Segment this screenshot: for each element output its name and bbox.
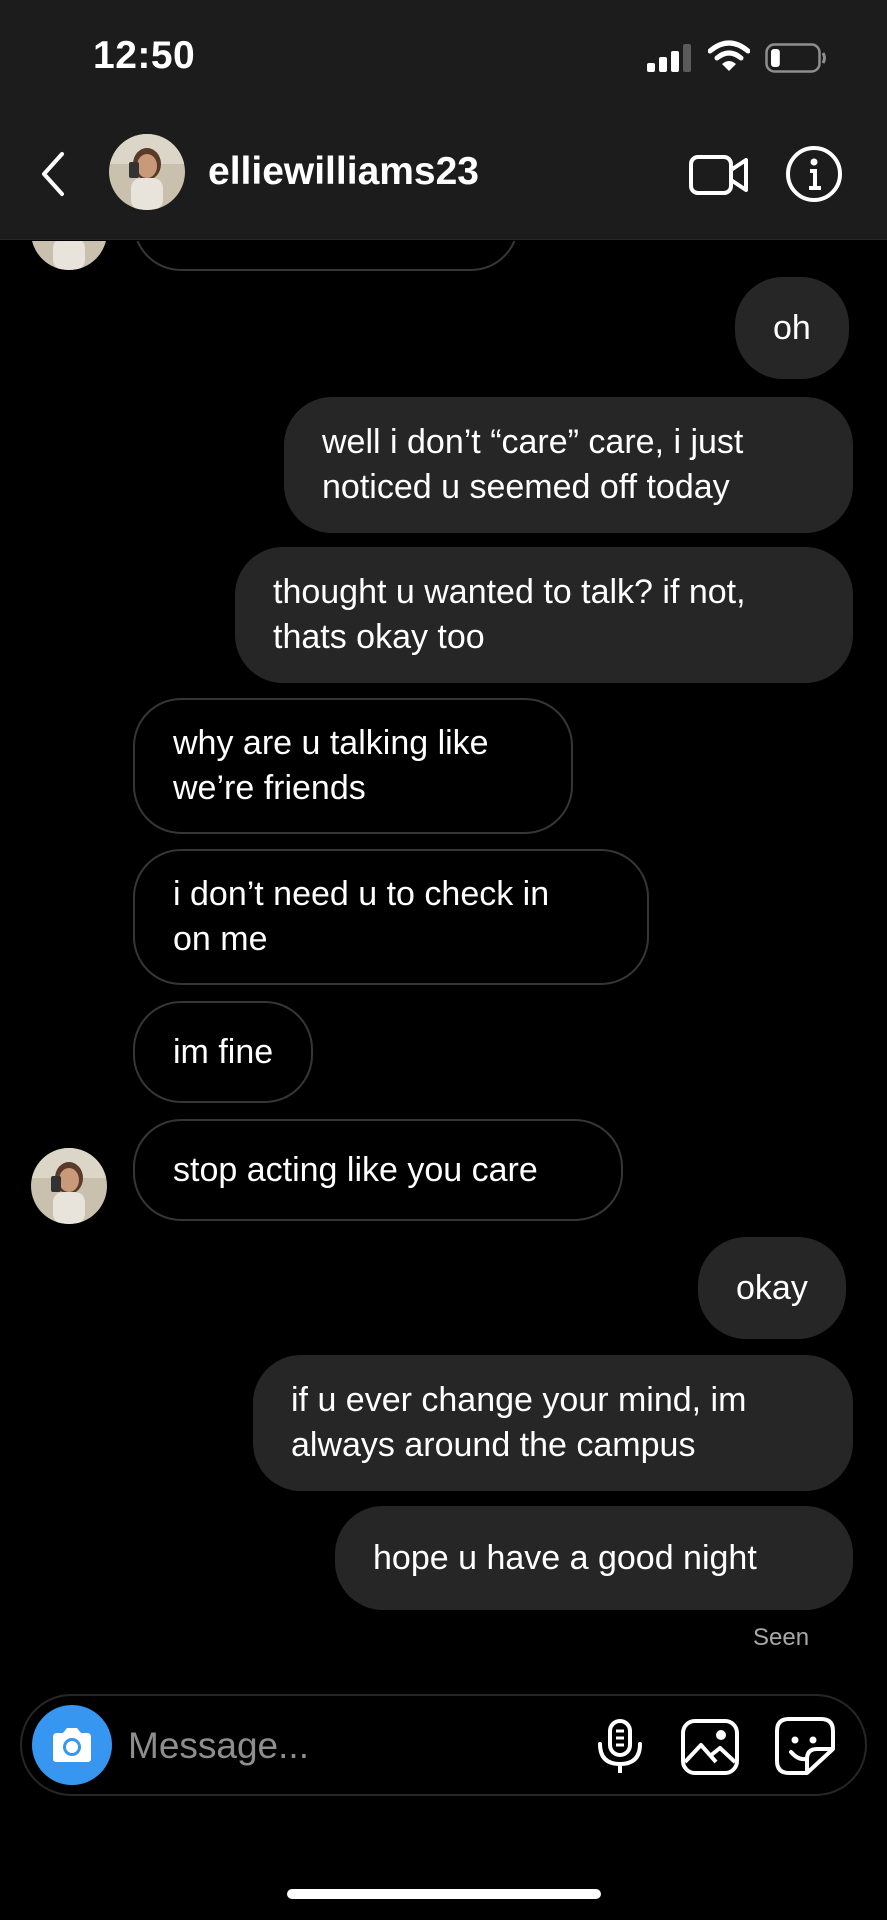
message-text: on me	[173, 920, 268, 958]
message-bubble-outgoing[interactable]: well i don’t “care” care, i just noticed…	[284, 397, 853, 533]
message-bubble-incoming[interactable]: i don’t need u to check in on me	[133, 849, 649, 985]
message-bubble-outgoing[interactable]: if u ever change your mind, im always ar…	[253, 1355, 853, 1491]
status-bar: 12:50	[0, 0, 887, 110]
message-text: i don’t need u to check in	[173, 875, 550, 913]
message-text: hope u have a good night	[373, 1538, 757, 1577]
gallery-icon[interactable]	[680, 1718, 740, 1776]
message-bubble-incoming[interactable]: stop acting like you care	[133, 1119, 623, 1221]
message-bubble-incoming[interactable]: why are u talking like we’re friends	[133, 698, 573, 834]
message-text: noticed u seemed off today	[322, 468, 730, 506]
message-text: okay	[736, 1268, 808, 1307]
info-icon[interactable]	[784, 144, 844, 204]
camera-icon	[53, 1728, 91, 1762]
avatar[interactable]	[31, 1148, 107, 1224]
message-text: im fine	[173, 1032, 274, 1071]
message-text: well i don’t “care” care, i just	[322, 423, 744, 461]
home-indicator[interactable]	[287, 1889, 601, 1899]
chat-username[interactable]: elliewilliams23	[208, 150, 479, 194]
camera-button[interactable]	[32, 1705, 112, 1785]
message-bubble-outgoing[interactable]: okay	[698, 1237, 846, 1339]
cellular-signal-icon	[647, 44, 691, 72]
status-time: 12:50	[93, 34, 196, 77]
message-input[interactable]	[128, 1718, 568, 1774]
avatar	[31, 241, 107, 270]
back-chevron-icon[interactable]	[36, 148, 70, 200]
sticker-icon[interactable]	[774, 1716, 836, 1776]
message-text: oh	[773, 308, 811, 347]
message-text: stop acting like you care	[173, 1150, 538, 1189]
message-text: we’re friends	[173, 769, 366, 807]
message-thread[interactable]: oh well i don’t “care” care, i just noti…	[0, 241, 887, 1681]
video-call-icon[interactable]	[688, 150, 750, 200]
message-text: always around the campus	[291, 1426, 696, 1464]
message-bubble-incoming[interactable]	[133, 241, 519, 271]
message-bubble-outgoing[interactable]: hope u have a good night	[335, 1506, 853, 1610]
seen-label: Seen	[753, 1624, 810, 1651]
message-composer	[20, 1694, 867, 1796]
avatar[interactable]	[109, 134, 185, 210]
message-text: why are u talking like	[173, 724, 489, 762]
microphone-icon[interactable]	[592, 1718, 648, 1776]
battery-icon	[765, 43, 826, 73]
chat-header: elliewilliams23	[0, 110, 887, 240]
message-bubble-incoming[interactable]: im fine	[133, 1001, 314, 1103]
message-text: thought u wanted to talk? if not,	[273, 573, 746, 611]
message-text: if u ever change your mind, im	[291, 1381, 747, 1419]
message-bubble-outgoing[interactable]: thought u wanted to talk? if not, thats …	[235, 547, 853, 683]
message-bubble-outgoing[interactable]: oh	[735, 277, 849, 379]
message-text: thats okay too	[273, 618, 485, 656]
wifi-icon	[708, 40, 750, 71]
